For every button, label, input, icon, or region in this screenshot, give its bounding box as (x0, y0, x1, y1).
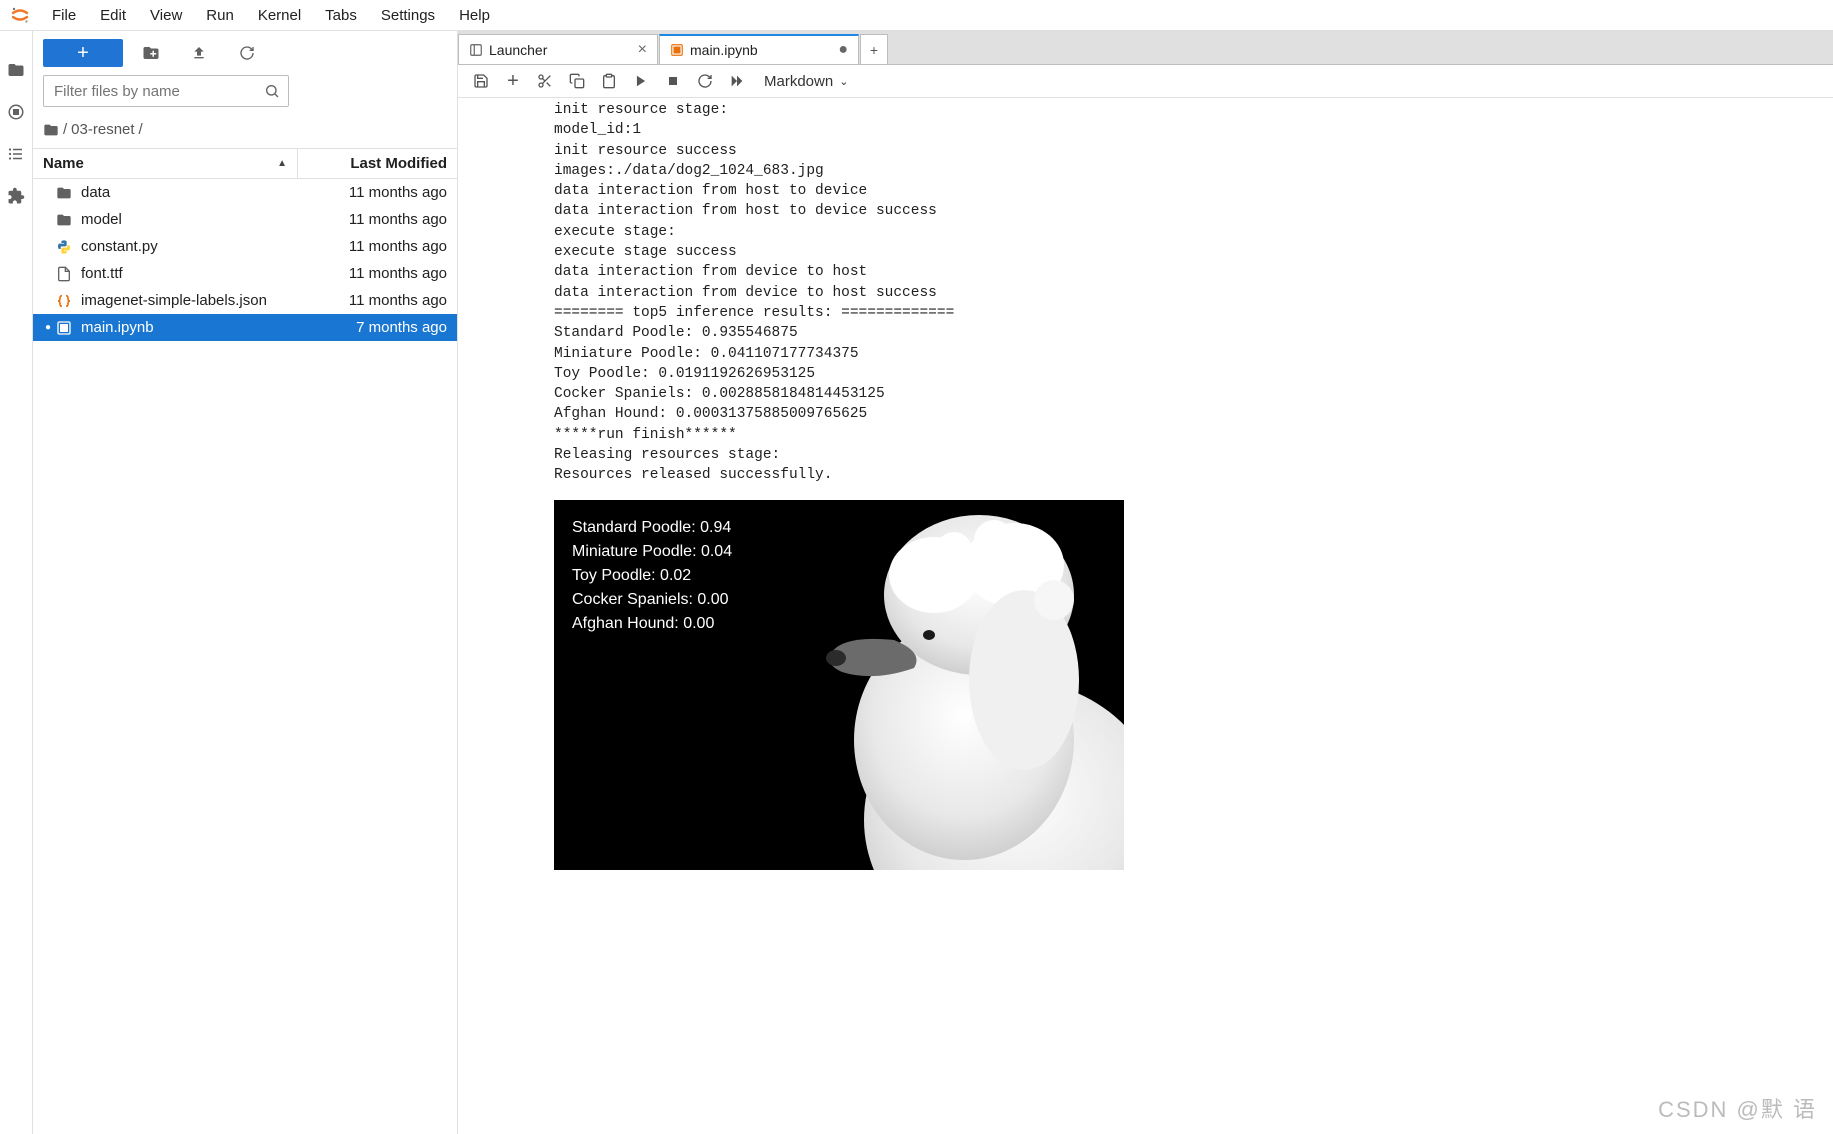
filter-box (43, 75, 289, 107)
new-launcher-button[interactable]: + (43, 39, 123, 67)
menu-settings[interactable]: Settings (369, 3, 447, 28)
extensions-tab-icon[interactable] (0, 177, 33, 215)
tab-launcher[interactable]: Launcher × (458, 34, 658, 64)
file-row[interactable]: constant.py11 months ago (33, 233, 457, 260)
filter-input[interactable] (44, 76, 288, 106)
notebook-toolbar: + Markdown ⌄ (458, 65, 1833, 98)
sort-asc-icon: ▲ (277, 158, 287, 169)
cut-icon[interactable] (530, 66, 560, 96)
col-name[interactable]: Name ▲ (33, 149, 297, 178)
refresh-icon[interactable] (227, 39, 267, 67)
tab-label: Launcher (489, 42, 628, 58)
file-modified: 11 months ago (297, 238, 447, 255)
notebook-body[interactable]: init resource stage: model_id:1 init res… (458, 98, 1833, 1134)
file-modified: 11 months ago (297, 292, 447, 309)
python-icon (53, 239, 75, 255)
close-icon[interactable]: × (638, 41, 647, 59)
file-name: main.ipynb (81, 319, 297, 336)
tab-bar: Launcher × main.ipynb ● + (458, 31, 1833, 65)
restart-icon[interactable] (690, 66, 720, 96)
breadcrumb-sep: / (139, 121, 143, 138)
folder-icon (53, 212, 75, 228)
folder-icon (53, 185, 75, 201)
notebook-icon (670, 43, 684, 57)
menu-help[interactable]: Help (447, 3, 502, 28)
menu-view[interactable]: View (138, 3, 194, 28)
tab-label: main.ipynb (690, 42, 828, 58)
jupyter-logo-icon (8, 3, 32, 27)
insert-cell-icon[interactable]: + (498, 66, 528, 96)
file-list-header: Name ▲ Last Modified (33, 148, 457, 179)
menu-tabs[interactable]: Tabs (313, 3, 369, 28)
file-list: data11 months agomodel11 months agoconst… (33, 179, 457, 1134)
file-name: font.ttf (81, 265, 297, 282)
breadcrumb-sep: / (63, 121, 67, 138)
json-icon (53, 293, 75, 309)
file-row[interactable]: ● main.ipynb7 months ago (33, 314, 457, 341)
file-row[interactable]: data11 months ago (33, 179, 457, 206)
col-modified[interactable]: Last Modified (297, 149, 457, 178)
stdout-output: init resource stage: model_id:1 init res… (554, 98, 1833, 496)
file-browser-toolbar: + (33, 31, 457, 75)
output-cell: init resource stage: model_id:1 init res… (458, 98, 1833, 870)
add-tab-button[interactable]: + (860, 34, 888, 64)
output-image: Standard Poodle: 0.94Miniature Poodle: 0… (554, 500, 1124, 870)
file-name: model (81, 211, 297, 228)
notebook-icon (53, 320, 75, 336)
search-icon (264, 83, 280, 99)
launcher-icon (469, 43, 483, 57)
file-modified: 7 months ago (297, 319, 447, 336)
file-icon (53, 266, 75, 282)
menu-run[interactable]: Run (194, 3, 246, 28)
folder-icon (43, 122, 59, 138)
file-row[interactable]: model11 months ago (33, 206, 457, 233)
main-area: Launcher × main.ipynb ● + + Markdown ⌄ init … (458, 31, 1833, 1134)
menu-edit[interactable]: Edit (88, 3, 138, 28)
file-modified: 11 months ago (297, 211, 447, 228)
new-folder-icon[interactable] (131, 39, 171, 67)
tab-main-ipynb[interactable]: main.ipynb ● (659, 34, 859, 64)
running-tab-icon[interactable] (0, 93, 33, 131)
file-row[interactable]: font.ttf11 months ago (33, 260, 457, 287)
cell-type-select[interactable]: Markdown ⌄ (764, 73, 848, 90)
run-icon[interactable] (626, 66, 656, 96)
toc-tab-icon[interactable] (0, 135, 33, 173)
running-dot-icon: ● (43, 322, 53, 333)
file-row[interactable]: imagenet-simple-labels.json11 months ago (33, 287, 457, 314)
menubar: FileEditViewRunKernelTabsSettingsHelp (0, 0, 1833, 31)
breadcrumb-folder[interactable]: 03-resnet (71, 121, 134, 138)
paste-icon[interactable] (594, 66, 624, 96)
menu-file[interactable]: File (40, 3, 88, 28)
chevron-down-icon: ⌄ (839, 75, 848, 88)
dirty-indicator-icon[interactable]: ● (838, 41, 848, 59)
menu-kernel[interactable]: Kernel (246, 3, 313, 28)
breadcrumb[interactable]: / 03-resnet / (33, 115, 457, 148)
folder-tab-icon[interactable] (0, 51, 33, 89)
file-name: data (81, 184, 297, 201)
stop-icon[interactable] (658, 66, 688, 96)
file-modified: 11 months ago (297, 184, 447, 201)
file-name: imagenet-simple-labels.json (81, 292, 297, 309)
image-overlay-labels: Standard Poodle: 0.94Miniature Poodle: 0… (572, 516, 732, 636)
file-name: constant.py (81, 238, 297, 255)
file-modified: 11 months ago (297, 265, 447, 282)
save-icon[interactable] (466, 66, 496, 96)
copy-icon[interactable] (562, 66, 592, 96)
activity-bar (0, 31, 33, 1134)
upload-icon[interactable] (179, 39, 219, 67)
file-browser: + / 03-resnet / (33, 31, 458, 1134)
run-all-icon[interactable] (722, 66, 752, 96)
